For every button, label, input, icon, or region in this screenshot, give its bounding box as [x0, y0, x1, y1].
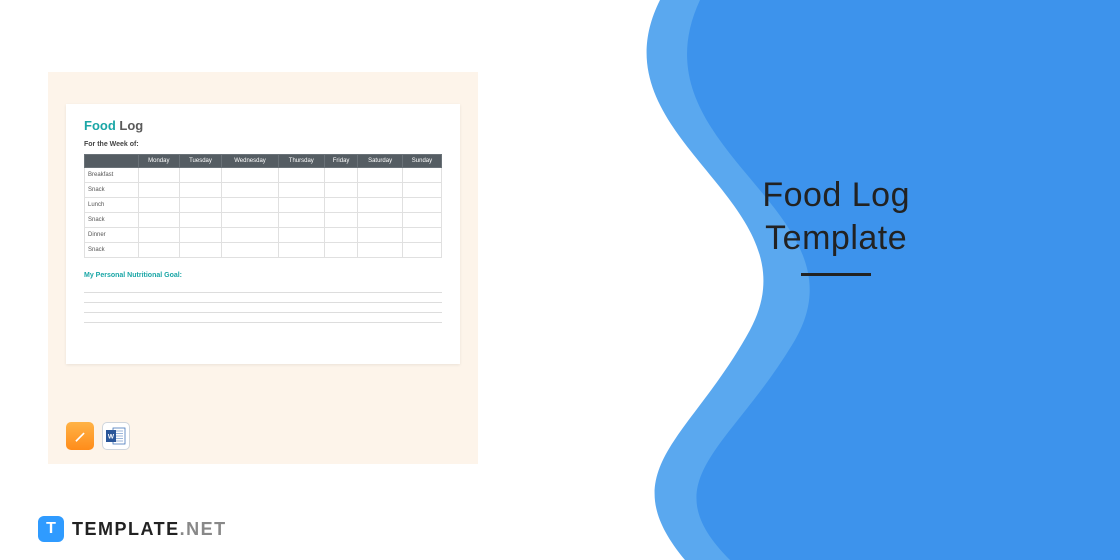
table-cell — [358, 168, 403, 183]
row-label-cell: Lunch — [85, 198, 139, 213]
table-cell — [324, 198, 357, 213]
table-row: Snack — [85, 213, 442, 228]
table-header-cell: Monday — [139, 155, 180, 168]
table-cell — [139, 168, 180, 183]
table-cell — [222, 228, 278, 243]
headline-line1: Food Log — [762, 174, 910, 217]
table-cell — [278, 198, 324, 213]
table-cell — [358, 213, 403, 228]
headline-block: Food Log Template — [762, 174, 910, 276]
doc-subheading: For the Week of: — [84, 141, 442, 148]
document-preview: Food Log For the Week of: MondayTuesdayW… — [66, 104, 460, 364]
brand-badge-icon: T — [38, 516, 64, 542]
headline-underline — [801, 273, 871, 276]
table-cell — [222, 168, 278, 183]
format-icon-row: W — [66, 422, 130, 450]
pages-icon[interactable] — [66, 422, 94, 450]
table-cell — [139, 213, 180, 228]
table-cell — [324, 243, 357, 258]
table-cell — [324, 213, 357, 228]
table-cell — [179, 228, 222, 243]
table-cell — [179, 243, 222, 258]
table-cell — [179, 213, 222, 228]
table-cell — [139, 228, 180, 243]
row-label-cell: Breakfast — [85, 168, 139, 183]
brand-name: TEMPLATE — [72, 519, 180, 539]
table-cell — [139, 183, 180, 198]
table-cell — [278, 243, 324, 258]
table-cell — [222, 198, 278, 213]
table-cell — [278, 228, 324, 243]
svg-text:W: W — [108, 434, 115, 441]
table-cell — [402, 198, 441, 213]
table-cell — [222, 183, 278, 198]
table-header-cell: Tuesday — [179, 155, 222, 168]
doc-title-word2: Log — [119, 118, 143, 133]
table-cell — [278, 168, 324, 183]
table-cell — [402, 183, 441, 198]
goal-lines — [84, 283, 442, 323]
table-body: BreakfastSnackLunchSnackDinnerSnack — [85, 168, 442, 258]
table-cell — [358, 198, 403, 213]
doc-title: Food Log — [84, 118, 442, 133]
table-cell — [358, 183, 403, 198]
table-cell — [179, 198, 222, 213]
table-header-cell: Friday — [324, 155, 357, 168]
table-row: Breakfast — [85, 168, 442, 183]
table-header-cell: Thursday — [278, 155, 324, 168]
table-cell — [402, 213, 441, 228]
table-cell — [402, 243, 441, 258]
table-header-cell: Wednesday — [222, 155, 278, 168]
table-header-cell: Sunday — [402, 155, 441, 168]
food-log-table: MondayTuesdayWednesdayThursdayFridaySatu… — [84, 154, 442, 258]
table-cell — [278, 213, 324, 228]
row-label-cell: Snack — [85, 183, 139, 198]
table-row: Dinner — [85, 228, 442, 243]
table-cell — [278, 183, 324, 198]
table-row: Snack — [85, 243, 442, 258]
table-cell — [179, 183, 222, 198]
brand-text: TEMPLATE.NET — [72, 519, 227, 540]
row-label-cell: Snack — [85, 213, 139, 228]
table-cell — [222, 213, 278, 228]
goal-label: My Personal Nutritional Goal: — [84, 272, 442, 279]
template-preview-card: Food Log For the Week of: MondayTuesdayW… — [48, 72, 478, 464]
table-cell — [324, 168, 357, 183]
table-cell — [179, 168, 222, 183]
table-cell — [358, 228, 403, 243]
table-cell — [139, 198, 180, 213]
doc-title-word1: Food — [84, 118, 116, 133]
table-row: Snack — [85, 183, 442, 198]
brand-suffix: .NET — [180, 519, 227, 539]
table-cell — [402, 228, 441, 243]
table-cell — [324, 183, 357, 198]
row-label-cell: Snack — [85, 243, 139, 258]
table-cell — [324, 228, 357, 243]
table-header-cell: Saturday — [358, 155, 403, 168]
word-icon[interactable]: W — [102, 422, 130, 450]
background-wave — [400, 0, 1120, 560]
table-header-cell — [85, 155, 139, 168]
table-cell — [139, 243, 180, 258]
table-cell — [402, 168, 441, 183]
table-header-row: MondayTuesdayWednesdayThursdayFridaySatu… — [85, 155, 442, 168]
headline-line2: Template — [762, 217, 910, 260]
table-row: Lunch — [85, 198, 442, 213]
table-cell — [358, 243, 403, 258]
brand-footer[interactable]: T TEMPLATE.NET — [38, 516, 227, 542]
table-cell — [222, 243, 278, 258]
row-label-cell: Dinner — [85, 228, 139, 243]
